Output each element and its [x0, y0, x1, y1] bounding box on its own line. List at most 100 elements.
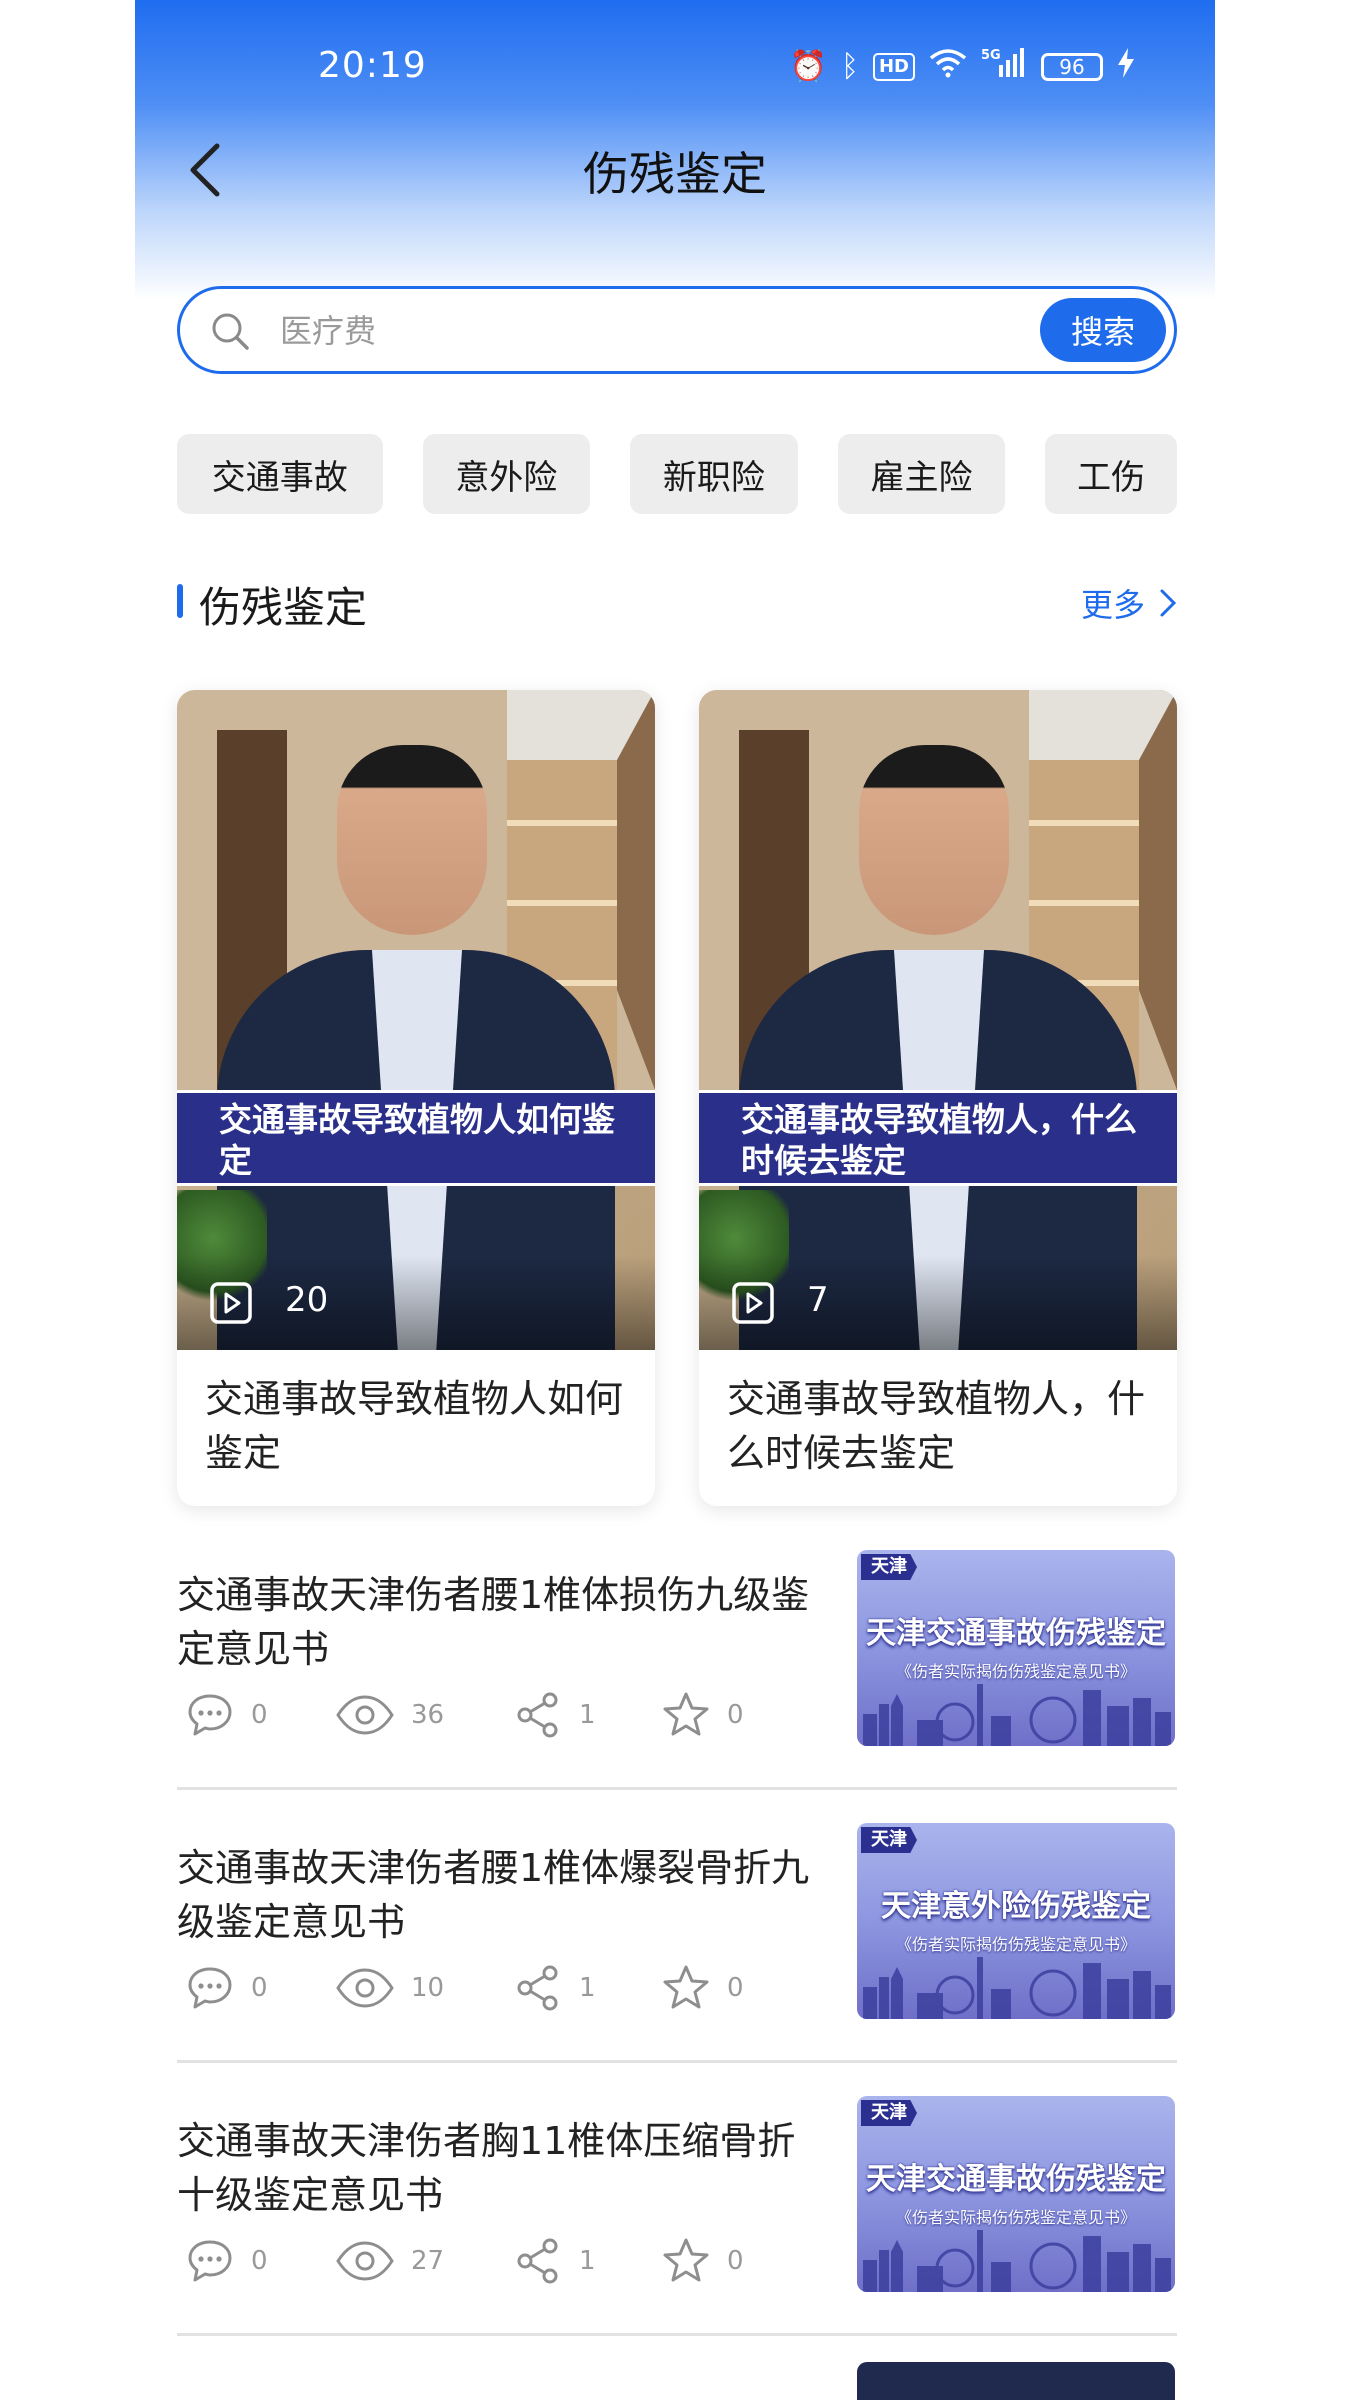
list-item[interactable]: 交通事故天津伤者腰1椎体损伤九级鉴定意见书 0 36 1 0 天津 天津交通事故… — [177, 1540, 1177, 1790]
status-icons: ⏰ ᛒ HD 5G 96 — [790, 47, 1135, 87]
share-count-value: 1 — [579, 2246, 596, 2276]
search-bar: 搜索 — [177, 286, 1177, 374]
section-accent-bar — [177, 584, 183, 618]
page-title: 伤残鉴定 — [583, 147, 767, 201]
article-title: 交通事故天津伤者腰1椎体爆裂骨折九级鉴定意见书 — [177, 1846, 810, 1944]
list-item[interactable]: 交通事故天津伤者胸11椎体压缩骨折十级鉴定意见书 0 27 1 0 天津 天津交… — [177, 2086, 1177, 2336]
star-icon — [663, 2238, 709, 2282]
hd-icon: HD — [872, 53, 915, 81]
list-item-partial[interactable] — [177, 2362, 1177, 2400]
alarm-icon: ⏰ — [789, 49, 827, 84]
article-metrics: 0 27 1 0 — [185, 2236, 811, 2286]
comment-count[interactable]: 0 — [185, 2236, 335, 2286]
share-count-value: 1 — [579, 1700, 596, 1730]
view-count-value: 27 — [411, 2246, 445, 2276]
nav-bar: 伤残鉴定 — [135, 130, 1215, 210]
status-time: 20:19 — [318, 45, 427, 86]
thumbnail-tag: 天津 — [861, 2100, 917, 2126]
article-thumbnail: 天津 天津交通事故伤残鉴定 《伤者实际揭伤伤残鉴定意见书》 — [857, 1550, 1175, 1746]
thumbnail-headline: 天津交通事故伤残鉴定 — [866, 2162, 1166, 2197]
favorite-count[interactable]: 0 — [661, 2236, 811, 2286]
list-item[interactable]: 交通事故天津伤者腰1椎体爆裂骨折九级鉴定意见书 0 10 1 0 天津 天津意外… — [177, 1813, 1177, 2063]
article-metrics: 0 36 1 0 — [185, 1690, 811, 1740]
share-count[interactable]: 1 — [513, 2236, 661, 2286]
article-thumbnail: 天津 天津交通事故伤残鉴定 《伤者实际揭伤伤残鉴定意见书》 — [857, 2096, 1175, 2292]
chip-employer-insurance[interactable]: 雇主险 — [837, 434, 1006, 514]
share-count[interactable]: 1 — [513, 1690, 661, 1740]
video-thumbnail: 交通事故导致植物人，什么时候去鉴定 7 — [699, 690, 1177, 1350]
article-title: 交通事故天津伤者胸11椎体压缩骨折十级鉴定意见书 — [177, 2119, 796, 2217]
comment-icon — [188, 1967, 232, 2009]
comment-count[interactable]: 0 — [185, 1690, 335, 1740]
view-count-value: 10 — [411, 1973, 445, 2003]
eye-icon — [336, 2241, 394, 2281]
video-title: 交通事故导致植物人如何鉴定 — [205, 1377, 624, 1475]
city-skyline-graphic — [863, 1684, 1171, 1746]
play-icon — [210, 1282, 252, 1324]
app-screen: 20:19 ⏰ ᛒ HD 5G 96 伤残鉴定 搜索 交通 — [135, 0, 1215, 2400]
view-count-value: 36 — [411, 1700, 445, 1730]
eye-icon — [336, 1695, 394, 1735]
play-count: 7 — [807, 1280, 829, 1320]
more-link[interactable]: 更多 — [1081, 580, 1177, 626]
search-input[interactable] — [280, 305, 980, 357]
city-skyline-graphic — [863, 2230, 1171, 2292]
view-count: 27 — [335, 2236, 513, 2286]
video-card[interactable]: 交通事故导致植物人，什么时候去鉴定 7 交通事故导致植物人，什么时候去鉴定 — [699, 690, 1177, 1506]
share-count-value: 1 — [579, 1973, 596, 2003]
thumbnail-tag: 天津 — [861, 1827, 917, 1853]
share-icon — [517, 1692, 558, 1738]
eye-icon — [336, 1968, 394, 2008]
favorite-count-value: 0 — [727, 1700, 744, 1730]
battery-icon: 96 — [1041, 53, 1103, 81]
search-icon — [212, 313, 249, 350]
favorite-count[interactable]: 0 — [661, 1690, 811, 1740]
wifi-icon — [929, 48, 967, 87]
chevron-right-icon — [1160, 589, 1177, 617]
chip-traffic-accident[interactable]: 交通事故 — [177, 434, 383, 514]
thumbnail-tag: 天津 — [861, 1554, 917, 1580]
bluetooth-icon: ᛒ — [840, 49, 859, 84]
play-icon — [732, 1282, 774, 1324]
share-icon — [517, 2238, 558, 2284]
article-thumbnail: 天津 天津意外险伤残鉴定 《伤者实际揭伤伤残鉴定意见书》 — [857, 1823, 1175, 2019]
article-metrics: 0 10 1 0 — [185, 1963, 811, 2013]
share-count[interactable]: 1 — [513, 1963, 661, 2013]
cellular-signal-icon: 5G — [981, 47, 1027, 88]
category-chips: 交通事故 意外险 新职险 雇主险 工伤 — [177, 434, 1177, 514]
list-divider — [177, 1787, 1177, 1790]
favorite-count[interactable]: 0 — [661, 1963, 811, 2013]
article-title: 交通事故天津伤者腰1椎体损伤九级鉴定意见书 — [177, 1573, 810, 1671]
comment-icon — [188, 1694, 232, 1736]
video-cards: 交通事故导致植物人如何鉴定 20 交通事故导致植物人如何鉴定 交通事故导致植物人… — [177, 690, 1177, 1506]
favorite-count-value: 0 — [727, 1973, 744, 2003]
comment-count[interactable]: 0 — [185, 1963, 335, 2013]
comment-count-value: 0 — [251, 1700, 268, 1730]
comment-icon — [188, 2240, 232, 2282]
list-divider — [177, 2060, 1177, 2063]
more-label: 更多 — [1080, 586, 1145, 624]
article-thumbnail-partial — [857, 2362, 1175, 2400]
city-skyline-graphic — [863, 1957, 1171, 2019]
play-count: 20 — [285, 1280, 329, 1320]
thumbnail-headline: 天津意外险伤残鉴定 — [881, 1889, 1151, 1924]
thumbnail-headline: 天津交通事故伤残鉴定 — [866, 1616, 1166, 1651]
comment-count-value: 0 — [251, 2246, 268, 2276]
video-card[interactable]: 交通事故导致植物人如何鉴定 20 交通事故导致植物人如何鉴定 — [177, 690, 655, 1506]
search-button[interactable]: 搜索 — [1040, 298, 1166, 362]
comment-count-value: 0 — [251, 1973, 268, 2003]
video-banner: 交通事故导致植物人如何鉴定 — [177, 1090, 655, 1186]
star-icon — [663, 1965, 709, 2009]
share-icon — [517, 1965, 558, 2011]
chip-new-occupation-insurance[interactable]: 新职险 — [630, 434, 798, 514]
chip-accident-insurance[interactable]: 意外险 — [422, 434, 591, 514]
video-thumbnail: 交通事故导致植物人如何鉴定 20 — [177, 690, 655, 1350]
svg-text:5G: 5G — [981, 48, 1001, 63]
chip-work-injury[interactable]: 工伤 — [1045, 434, 1177, 514]
list-divider — [177, 2333, 1177, 2336]
section-header: 伤残鉴定 更多 — [177, 570, 1177, 632]
favorite-count-value: 0 — [727, 2246, 744, 2276]
star-icon — [663, 1692, 709, 1736]
section-title: 伤残鉴定 — [199, 583, 368, 632]
view-count: 36 — [335, 1690, 513, 1740]
